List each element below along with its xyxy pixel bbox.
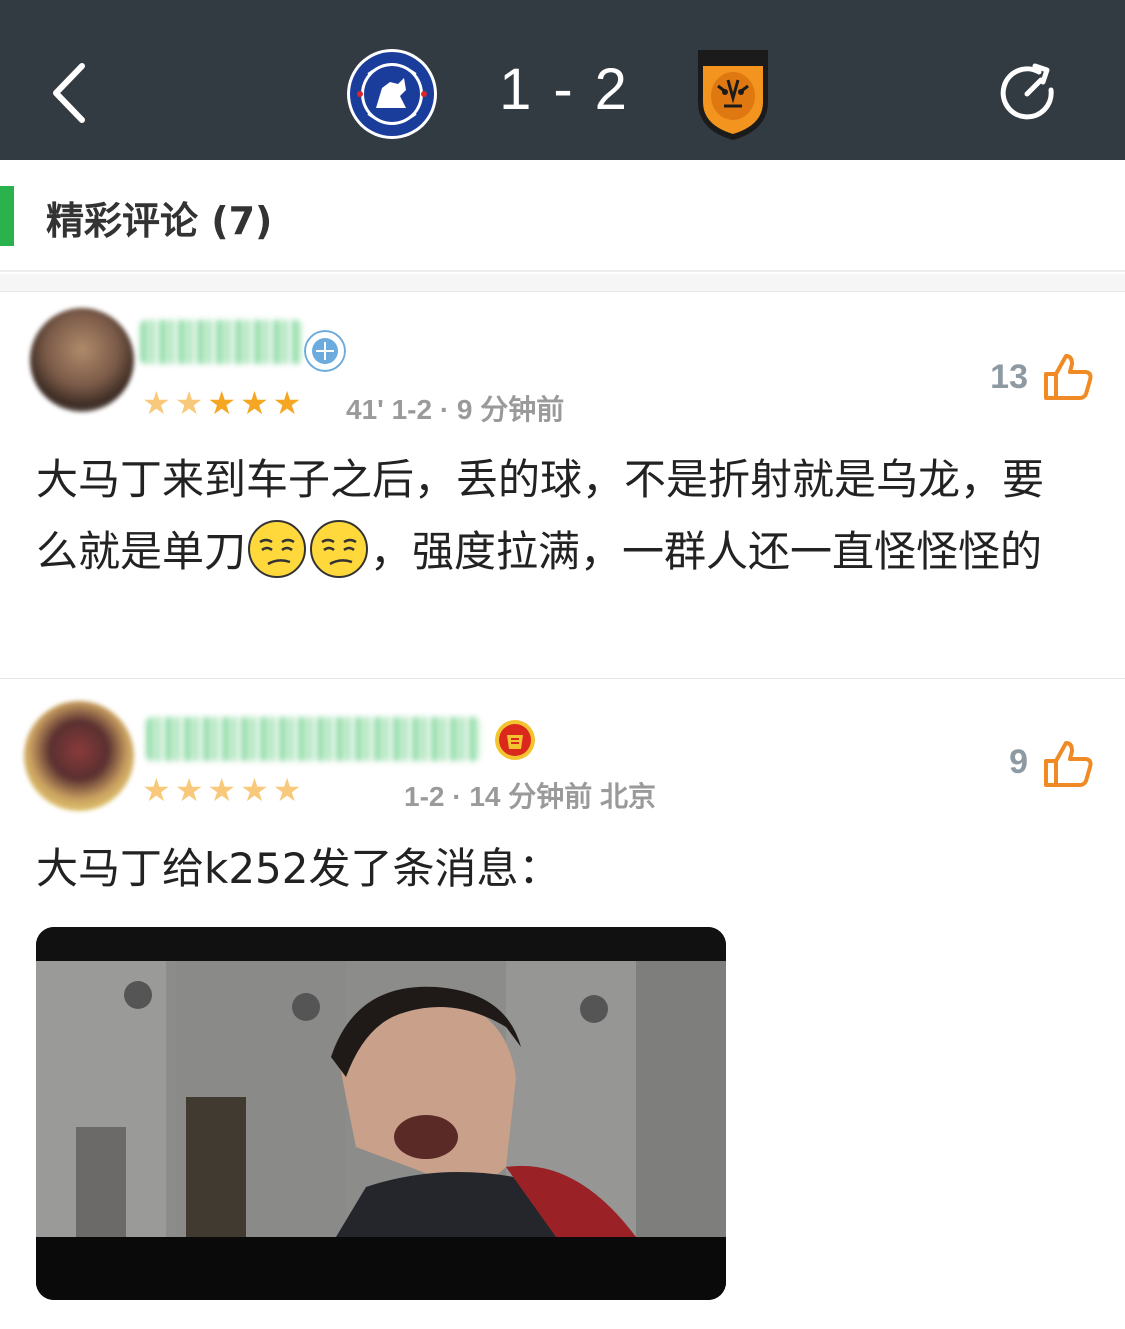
score-separator: - [553,57,577,122]
username[interactable] [140,320,302,364]
home-score: 1 [499,57,536,122]
section-divider [0,274,1125,292]
star-icon: ★ [272,384,302,422]
thumbs-up-icon[interactable] [1042,352,1094,402]
back-chevron-icon[interactable] [40,58,100,128]
smirk-emoji-icon [248,520,307,578]
comment-meta: 41' 1-2 · 9 分钟前 [346,394,565,425]
like-count: 13 [990,358,1028,396]
rating-stars: ★ ★ ★ ★ ★ [142,773,301,807]
star-icon: ★ [174,771,204,809]
thumbs-up-icon[interactable] [1042,739,1094,789]
comment-text-part: ，强度拉满，一群人还一直怪怪怪的 [370,527,1043,576]
comment-item: ★ ★ ★ ★ ★ 41' 1-2 · 9 分钟前 13 大马丁来到车子之后，丢… [0,294,1125,678]
rating-stars: ★ ★ ★ ★ ★ [142,386,301,420]
comment-text: 大马丁来到车子之后，丢的球，不是折射就是乌龙，要么就是单刀 ，强度拉满，一群人还… [36,444,1066,588]
chelsea-crest-icon[interactable] [346,48,438,140]
section-title: 精彩评论 (7) [46,199,273,243]
match-header: 1-2 [0,0,1125,160]
avatar[interactable] [24,701,134,811]
manchester-united-badge-icon [495,720,535,760]
away-score: 2 [594,57,631,122]
star-icon: ★ [272,771,302,809]
comment-meta: 1-2 · 14 分钟前 北京 [404,781,657,812]
star-icon: ★ [207,384,237,422]
star-icon: ★ [240,771,269,809]
video-still-image [36,927,726,1300]
like-count: 9 [1009,743,1028,781]
comment-text: 大马丁给k252发了条消息： [36,844,561,893]
username[interactable] [146,717,480,761]
star-icon: ★ [174,384,204,422]
smirk-emoji-icon [310,520,369,578]
manchester-city-badge-icon [304,330,346,372]
star-icon: ★ [207,771,237,809]
match-score: 1-2 [470,56,660,123]
refresh-icon[interactable] [995,60,1063,128]
section-accent-bar [0,186,14,246]
star-icon: ★ [142,771,171,809]
hull-city-crest-icon[interactable] [694,46,772,142]
comment-image[interactable] [36,927,726,1300]
star-icon: ★ [240,384,269,422]
star-icon: ★ [142,384,171,422]
avatar[interactable] [30,308,134,412]
